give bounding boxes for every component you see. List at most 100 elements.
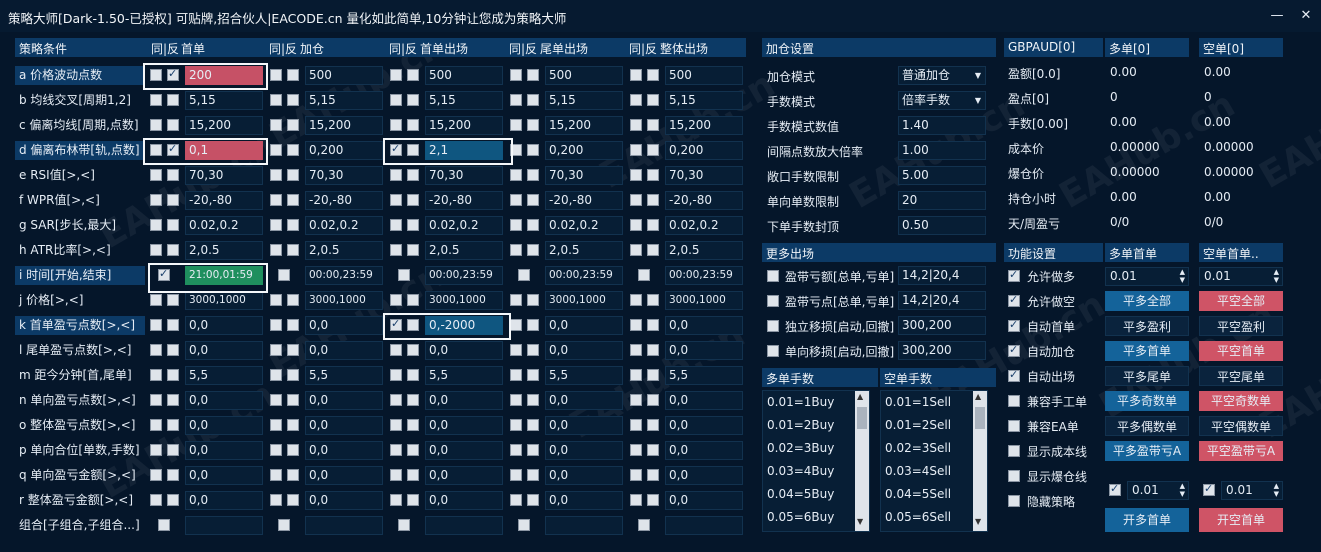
buy-small-checkbox[interactable] (1109, 482, 1121, 496)
condition-input[interactable]: 500 (665, 66, 743, 85)
condition-input[interactable]: 0,0 (185, 466, 263, 485)
condition-input[interactable]: 0,0 (545, 416, 623, 435)
reverse-checkbox[interactable] (407, 219, 419, 231)
reverse-checkbox[interactable] (407, 394, 419, 406)
condition-input[interactable]: 0,0 (665, 416, 743, 435)
add-setting-select[interactable]: 普通加仓 ▼ (898, 66, 986, 85)
condition-input[interactable]: 0,0 (185, 491, 263, 510)
sell-lot-spinner[interactable]: 0.01 ▲ ▼ (1199, 267, 1283, 286)
same-checkbox[interactable] (270, 194, 282, 206)
same-checkbox[interactable] (150, 169, 162, 181)
reverse-checkbox[interactable] (527, 419, 539, 431)
same-checkbox[interactable] (630, 319, 642, 331)
condition-input[interactable]: -20,-80 (425, 191, 503, 210)
reverse-checkbox[interactable] (407, 169, 419, 181)
condition-input[interactable] (425, 516, 503, 535)
condition-input[interactable]: 0,0 (305, 441, 383, 460)
reverse-checkbox[interactable] (527, 119, 539, 131)
reverse-checkbox[interactable] (407, 69, 419, 81)
reverse-checkbox[interactable] (287, 169, 299, 181)
buy-small-spinner[interactable]: 0.01 ▲ ▼ (1127, 481, 1189, 500)
reverse-checkbox[interactable] (407, 494, 419, 506)
same-checkbox[interactable] (510, 469, 522, 481)
reverse-checkbox[interactable] (527, 69, 539, 81)
reverse-checkbox[interactable] (287, 369, 299, 381)
condition-input[interactable]: 15,200 (665, 116, 743, 135)
condition-input[interactable]: 0,0 (665, 316, 743, 335)
same-checkbox[interactable] (638, 269, 650, 281)
condition-input[interactable]: 15,200 (305, 116, 383, 135)
scrollbar[interactable]: ▲ ▼ (973, 391, 987, 531)
reverse-checkbox[interactable] (407, 344, 419, 356)
same-checkbox[interactable] (278, 519, 290, 531)
same-checkbox[interactable] (150, 444, 162, 456)
condition-input[interactable]: 0,0 (545, 391, 623, 410)
same-checkbox[interactable] (150, 469, 162, 481)
lot-list-item[interactable]: 0.01=1Sell (885, 395, 951, 409)
close-sell-button[interactable]: 平空盈利 (1199, 316, 1283, 336)
reverse-checkbox[interactable] (407, 94, 419, 106)
sell-small-checkbox[interactable] (1203, 482, 1215, 496)
condition-input[interactable]: 00:00,23:59 (545, 266, 623, 285)
same-checkbox[interactable] (270, 344, 282, 356)
same-checkbox[interactable] (158, 519, 170, 531)
condition-input[interactable] (545, 516, 623, 535)
condition-input[interactable]: 3000,1000 (545, 291, 623, 310)
reverse-checkbox[interactable] (167, 169, 179, 181)
reverse-checkbox[interactable] (287, 144, 299, 156)
condition-input[interactable]: -20,-80 (665, 191, 743, 210)
condition-input[interactable]: 5,15 (545, 91, 623, 110)
reverse-checkbox[interactable] (287, 319, 299, 331)
condition-input[interactable]: 0,0 (425, 391, 503, 410)
sell-lots-list[interactable]: 0.01=1Sell 0.01=2Sell 0.02=3Sell 0.03=4Sell… (880, 390, 988, 532)
lot-list-item[interactable]: 0.02=3Buy (767, 441, 834, 455)
lot-list-item[interactable]: 0.03=4Sell (885, 464, 951, 478)
condition-input[interactable]: 0,0 (425, 416, 503, 435)
close-buy-button[interactable]: 平多盈带亏A (1105, 441, 1189, 461)
reverse-checkbox[interactable] (287, 244, 299, 256)
buy-lot-spinner[interactable]: 0.01 ▲ ▼ (1105, 267, 1189, 286)
reverse-checkbox[interactable] (527, 144, 539, 156)
close-sell-button[interactable]: 平空偶数单 (1199, 416, 1283, 436)
same-checkbox[interactable] (278, 269, 290, 281)
condition-input[interactable]: 0,0 (665, 441, 743, 460)
same-checkbox[interactable] (390, 94, 402, 106)
condition-input[interactable]: 0.02,0.2 (305, 216, 383, 235)
reverse-checkbox[interactable] (647, 294, 659, 306)
condition-input[interactable]: 5,15 (305, 91, 383, 110)
add-setting-select[interactable]: 倍率手数 ▼ (898, 91, 986, 110)
condition-input[interactable]: 0,0 (305, 466, 383, 485)
condition-input[interactable]: 00:00,23:59 (305, 266, 383, 285)
scroll-down-icon[interactable]: ▼ (975, 517, 981, 526)
reverse-checkbox[interactable] (527, 219, 539, 231)
condition-input[interactable]: 0.02,0.2 (545, 216, 623, 235)
reverse-checkbox[interactable] (167, 419, 179, 431)
condition-input[interactable]: 0.02,0.2 (425, 216, 503, 235)
same-checkbox[interactable] (638, 519, 650, 531)
same-checkbox[interactable] (398, 269, 410, 281)
same-checkbox[interactable] (630, 94, 642, 106)
condition-input[interactable]: 0,0 (545, 441, 623, 460)
same-checkbox[interactable] (150, 394, 162, 406)
open-sell-first-button[interactable]: 开空首单 (1199, 508, 1283, 532)
more-exit-checkbox[interactable] (767, 270, 779, 282)
condition-input[interactable] (305, 516, 383, 535)
same-checkbox[interactable] (518, 519, 530, 531)
add-setting-input[interactable]: 0.50 (898, 216, 986, 235)
condition-input[interactable]: 2,0.5 (545, 241, 623, 260)
close-buy-button[interactable]: 平多盈利 (1105, 316, 1189, 336)
same-checkbox[interactable] (270, 469, 282, 481)
close-sell-button[interactable]: 平空尾单 (1199, 366, 1283, 386)
same-checkbox[interactable] (150, 319, 162, 331)
reverse-checkbox[interactable] (287, 469, 299, 481)
reverse-checkbox[interactable] (527, 319, 539, 331)
condition-input[interactable]: -20,-80 (545, 191, 623, 210)
more-exit-input[interactable]: 300,200 (898, 341, 986, 360)
close-buy-button[interactable]: 平多偶数单 (1105, 416, 1189, 436)
same-checkbox[interactable] (270, 319, 282, 331)
same-checkbox[interactable] (630, 494, 642, 506)
close-sell-button[interactable]: 平空盈带亏A (1199, 441, 1283, 461)
lot-list-item[interactable]: 0.04=5Sell (885, 487, 951, 501)
reverse-checkbox[interactable] (287, 344, 299, 356)
reverse-checkbox[interactable] (167, 119, 179, 131)
